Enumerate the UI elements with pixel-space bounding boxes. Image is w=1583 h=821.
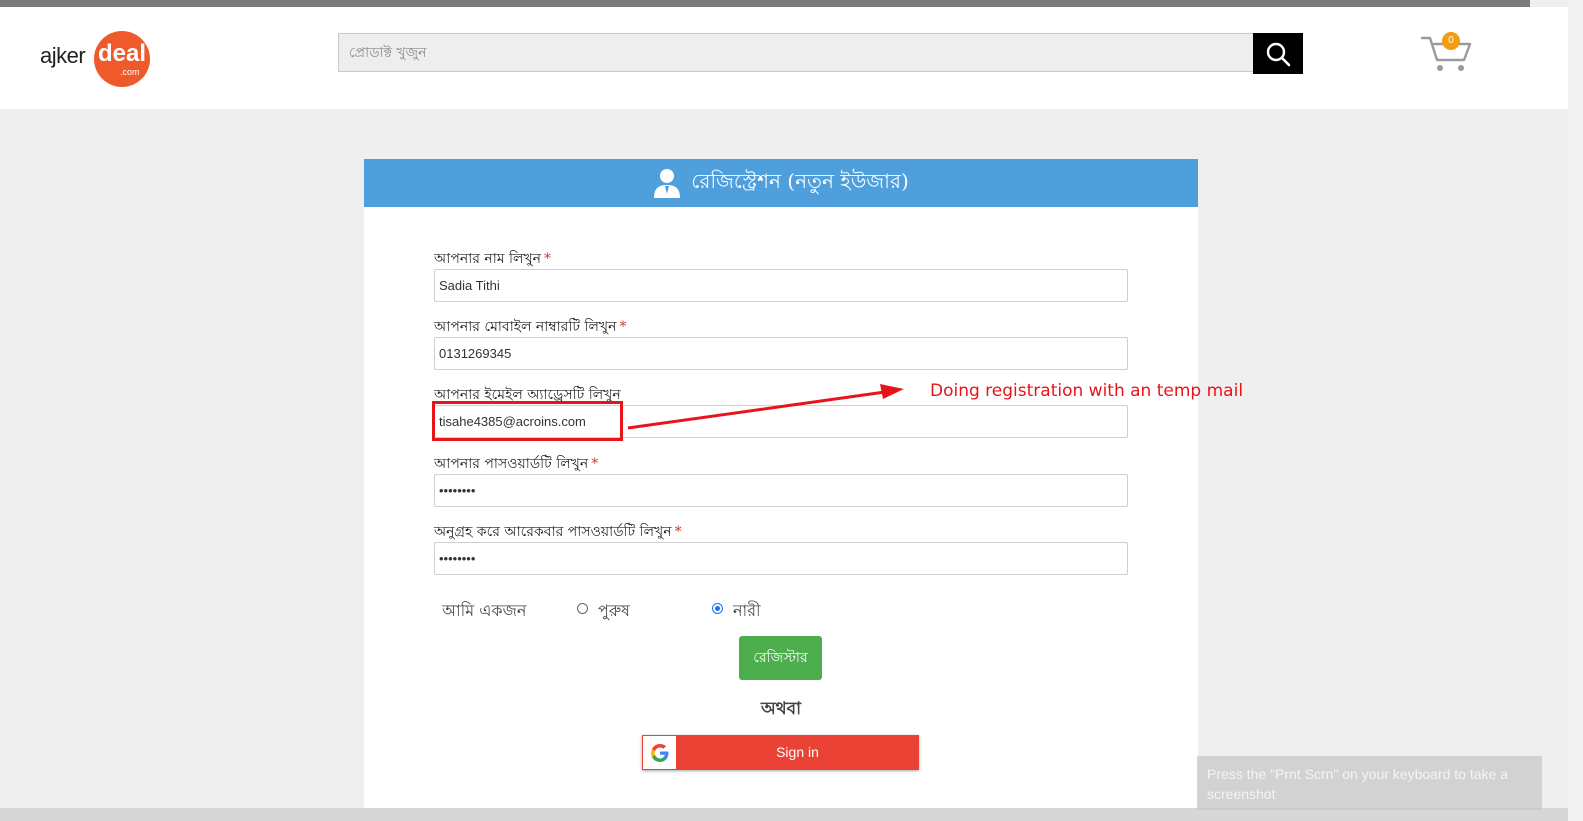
name-field-box — [434, 269, 1128, 302]
google-logo-box — [643, 736, 676, 769]
google-icon — [650, 743, 668, 762]
confirm-password-field[interactable] — [435, 543, 1127, 574]
logo-com-text: .com — [120, 67, 140, 77]
confirm-password-label-text: অনুগ্রহ করে আরেকবার পাসওয়ার্ডটি লিখুন — [434, 524, 672, 540]
name-field[interactable] — [435, 270, 1127, 301]
required-mark: * — [619, 319, 627, 335]
search-box — [338, 33, 1253, 72]
name-label-text: আপনার নাম লিখুন — [434, 251, 542, 267]
mobile-label-text: আপনার মোবাইল নাম্বারটি লিখুন — [434, 319, 617, 335]
password-label: আপনার পাসওয়ার্ডটি লিখুন * — [434, 452, 598, 476]
google-signin-label: Sign in — [776, 744, 819, 760]
registration-header: রেজিস্ট্রেশন (নতুন ইউজার) — [364, 159, 1198, 207]
register-button[interactable]: রেজিস্টার — [739, 636, 822, 680]
toast-text: Press the "Prnt Scrn" on your keyboard t… — [1207, 766, 1508, 802]
search-input[interactable] — [339, 34, 1253, 71]
registration-title: রেজিস্ট্রেশন (নতুন ইউজার) — [691, 168, 909, 193]
mobile-field-box — [434, 337, 1128, 370]
radio-male[interactable] — [577, 603, 588, 614]
confirm-password-label: অনুগ্রহ করে আরেকবার পাসওয়ার্ডটি লিখুন * — [434, 520, 682, 544]
mobile-field[interactable] — [435, 338, 1127, 369]
password-field[interactable] — [435, 475, 1127, 506]
annotation-highlight-box — [432, 401, 623, 441]
registration-card: রেজিস্ট্রেশন (নতুন ইউজার) আপনার নাম লিখু… — [364, 159, 1198, 809]
cart-button[interactable]: 0 — [1420, 30, 1476, 74]
cart-count-badge: 0 — [1442, 32, 1460, 50]
or-divider-text: অথবা — [760, 699, 802, 719]
search-icon — [1266, 42, 1291, 66]
screenshot-toast: Press the "Prnt Scrn" on your keyboard t… — [1197, 756, 1542, 810]
ajkerdeal-logo[interactable]: ajker deal .com — [40, 29, 155, 87]
gender-label: আমি একজন — [442, 601, 527, 620]
password-field-box — [434, 474, 1128, 507]
radio-female[interactable] — [712, 603, 723, 614]
required-mark: * — [544, 251, 552, 267]
search-button[interactable] — [1253, 33, 1303, 74]
logo-deal-text: deal — [98, 40, 147, 67]
radio-female-label[interactable]: নারী — [733, 598, 761, 625]
password-label-text: আপনার পাসওয়ার্ডটি লিখুন — [434, 456, 589, 472]
required-mark: * — [674, 524, 682, 540]
mobile-label: আপনার মোবাইল নাম্বারটি লিখুন * — [434, 315, 626, 339]
window-scroll-strip — [1568, 0, 1583, 821]
name-label: আপনার নাম লিখুন * — [434, 247, 551, 271]
annotation-note: Doing registration with an temp mail — [930, 381, 1244, 401]
required-mark: * — [591, 456, 599, 472]
confirm-password-field-box — [434, 542, 1128, 575]
radio-male-label[interactable]: পুরুষ — [598, 598, 630, 625]
google-signin-button[interactable]: Sign in — [642, 735, 919, 770]
top-accent-bar — [0, 0, 1530, 7]
user-icon — [654, 169, 681, 198]
logo-ajker-text: ajker — [40, 43, 86, 68]
